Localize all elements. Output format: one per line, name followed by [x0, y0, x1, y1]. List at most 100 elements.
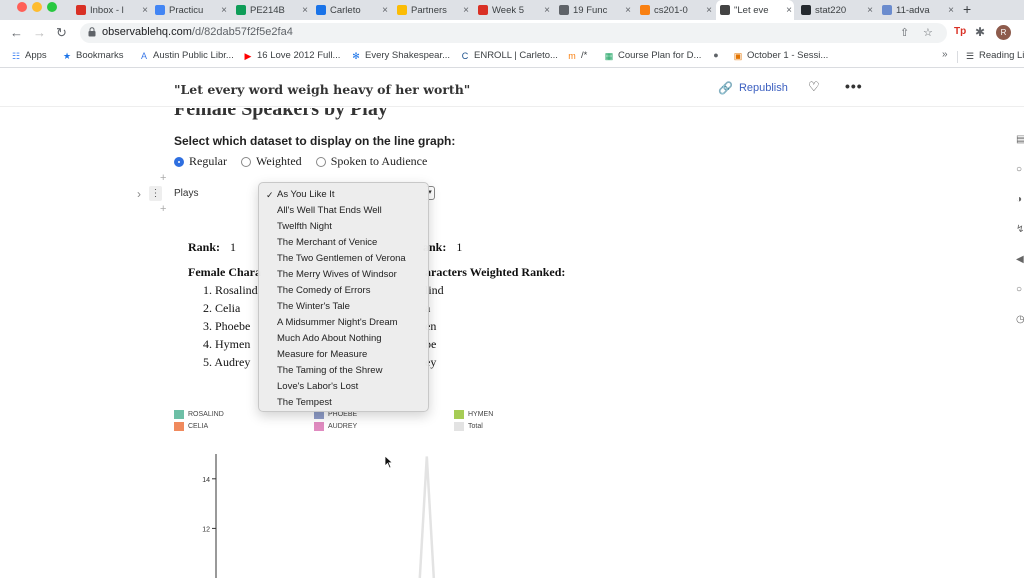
close-tab-icon[interactable]: × — [140, 5, 150, 16]
dropdown-option[interactable]: The Tempest — [259, 395, 428, 411]
browser-tab[interactable]: 19 Func × — [555, 0, 633, 20]
sheets-icon — [236, 5, 246, 15]
back-arrow-icon[interactable]: ← — [10, 25, 23, 41]
chevron-right-icon[interactable]: › — [137, 187, 141, 201]
legend-swatch — [454, 422, 464, 431]
legend-swatch — [314, 422, 324, 431]
legend-label: PHOEBE — [328, 411, 358, 418]
toolbar-icon[interactable]: ○ — [1016, 164, 1022, 175]
address-bar[interactable]: observablehq.com/d/82dab57f2f5e2fa4 ⇧ ☆ — [80, 23, 947, 43]
globe-icon: ● — [713, 50, 719, 60]
calendar-icon: ▣ — [733, 50, 743, 61]
close-tab-icon[interactable]: × — [300, 5, 310, 16]
browser-tab[interactable]: Practicu × — [151, 0, 229, 20]
bookmark-star-icon[interactable]: ☆ — [923, 26, 933, 39]
bookmark-item[interactable]: ★ Bookmarks — [62, 50, 124, 61]
extension-tp-icon[interactable]: Tp — [954, 25, 966, 39]
dropdown-option[interactable]: The Merry Wives of Windsor — [259, 267, 428, 283]
list-item: 1. Rosalind — [203, 283, 258, 297]
asterisk-icon: ✻ — [352, 50, 360, 61]
close-tab-icon[interactable]: × — [542, 5, 552, 16]
reading-list-icon: ☰ — [965, 50, 975, 61]
maximize-window-icon[interactable] — [47, 2, 57, 12]
dropdown-option[interactable]: Twelfth Night — [259, 219, 428, 235]
bookmark-item[interactable]: ▦ Course Plan for D... — [604, 50, 702, 61]
cell-menu-icon[interactable]: ⋮ — [149, 186, 162, 201]
close-window-icon[interactable] — [17, 2, 27, 12]
bookmark-item[interactable]: C ENROLL | Carleto... — [460, 50, 558, 61]
radio-button[interactable] — [174, 156, 184, 167]
browser-tab[interactable]: Inbox - l × — [72, 0, 150, 20]
dropdown-option[interactable]: The Winter's Tale — [259, 299, 428, 315]
tab-label: stat220 — [815, 4, 847, 16]
add-cell-icon[interactable]: + — [160, 172, 166, 184]
radio-weighted[interactable]: Weighted — [241, 154, 302, 169]
close-tab-icon[interactable]: × — [865, 5, 875, 16]
radio-button[interactable] — [315, 156, 326, 167]
bookmark-item[interactable]: ● — [711, 50, 725, 60]
doc-icon — [316, 5, 326, 15]
dropdown-option[interactable]: The Taming of the Shrew — [259, 363, 428, 379]
profile-avatar[interactable]: R — [996, 25, 1011, 40]
browser-toolbar: ← → ↻ observablehq.com/d/82dab57f2f5e2fa… — [0, 20, 1024, 46]
bookmark-label: ENROLL | Carleto... — [474, 50, 558, 61]
dropdown-option[interactable]: The Two Gentlemen of Verona — [259, 251, 428, 267]
browser-tab[interactable]: Partners × — [393, 0, 471, 20]
heart-icon[interactable]: ♡ — [808, 79, 820, 95]
bookmark-item[interactable]: ▶ 16 Love 2012 Full... — [243, 50, 341, 61]
republish-button[interactable]: 🔗 Republish — [718, 81, 788, 95]
toolbar-icon[interactable]: ↯ — [1016, 224, 1024, 235]
dropdown-option[interactable]: All's Well That Ends Well — [259, 203, 428, 219]
dropdown-option[interactable]: The Comedy of Errors — [259, 283, 428, 299]
add-cell-icon[interactable]: + — [160, 203, 166, 215]
reading-list[interactable]: ☰ Reading Li — [965, 50, 1024, 61]
close-tab-icon[interactable]: × — [380, 5, 390, 16]
close-tab-icon[interactable]: × — [461, 5, 471, 16]
minimize-window-icon[interactable] — [32, 2, 42, 12]
forward-arrow-icon[interactable]: → — [33, 25, 46, 41]
dropdown-option[interactable]: A Midsummer Night's Dream — [259, 315, 428, 331]
extensions-puzzle-icon[interactable]: ✱ — [975, 25, 985, 39]
more-options-icon[interactable]: ••• — [845, 78, 863, 94]
radio-button[interactable] — [241, 156, 251, 167]
new-tab-icon[interactable]: + — [963, 1, 971, 17]
dataset-radio-group: Regular Weighted Spoken to Audience — [174, 154, 441, 169]
toolbar-icon[interactable]: ▤ — [1016, 134, 1024, 145]
browser-tab[interactable]: Carleto × — [312, 0, 390, 20]
dropdown-option[interactable]: The Merchant of Venice — [259, 235, 428, 251]
library-icon: A — [140, 50, 147, 61]
dropdown-option[interactable]: Love's Labor's Lost — [259, 379, 428, 395]
close-tab-icon[interactable]: × — [219, 5, 229, 16]
bookmark-item[interactable]: ✻ Every Shakespear... — [351, 50, 450, 61]
close-tab-icon[interactable]: × — [704, 5, 714, 16]
dropdown-option[interactable]: Much Ado About Nothing — [259, 331, 428, 347]
browser-tab[interactable]: stat220 × — [797, 0, 875, 20]
toolbar-icon[interactable]: ◷ — [1016, 314, 1024, 325]
close-tab-icon[interactable]: × — [623, 5, 633, 16]
share-icon[interactable]: ⇧ — [900, 26, 909, 39]
bookmark-item[interactable]: m /* — [567, 50, 587, 61]
browser-tab[interactable]: 11-adva × — [878, 0, 956, 20]
browser-tab[interactable]: PE214B × — [232, 0, 310, 20]
option-label: The Tempest — [277, 397, 332, 408]
close-tab-icon[interactable]: × — [946, 5, 956, 16]
browser-tab[interactable]: "Let eve × — [716, 0, 794, 20]
dropdown-option[interactable]: Measure for Measure — [259, 347, 428, 363]
tab-label: cs201-0 — [654, 4, 688, 16]
toolbar-icon[interactable]: ◑ — [1016, 194, 1022, 205]
tab-label: 11-adva — [896, 4, 930, 16]
bookmark-item[interactable]: A Austin Public Libr... — [139, 50, 234, 61]
close-tab-icon[interactable]: × — [784, 5, 794, 16]
bookmark-item[interactable]: ▣ October 1 - Sessi... — [733, 50, 829, 61]
radio-spoken-to-audience[interactable]: Spoken to Audience — [315, 154, 427, 169]
radio-regular[interactable]: Regular — [174, 154, 227, 169]
browser-tab[interactable]: cs201-0 × — [636, 0, 714, 20]
reload-icon[interactable]: ↻ — [56, 25, 67, 41]
toolbar-icon[interactable]: ◀ — [1016, 254, 1024, 265]
bookmark-item[interactable]: ☷ Apps — [11, 50, 47, 61]
browser-tab[interactable]: Week 5 × — [474, 0, 552, 20]
dropdown-option[interactable]: ✓ As You Like It — [259, 187, 428, 203]
bookmarks-separator — [957, 51, 958, 63]
toolbar-icon[interactable]: ○ — [1016, 284, 1022, 295]
more-bookmarks-icon[interactable]: » — [942, 49, 948, 60]
